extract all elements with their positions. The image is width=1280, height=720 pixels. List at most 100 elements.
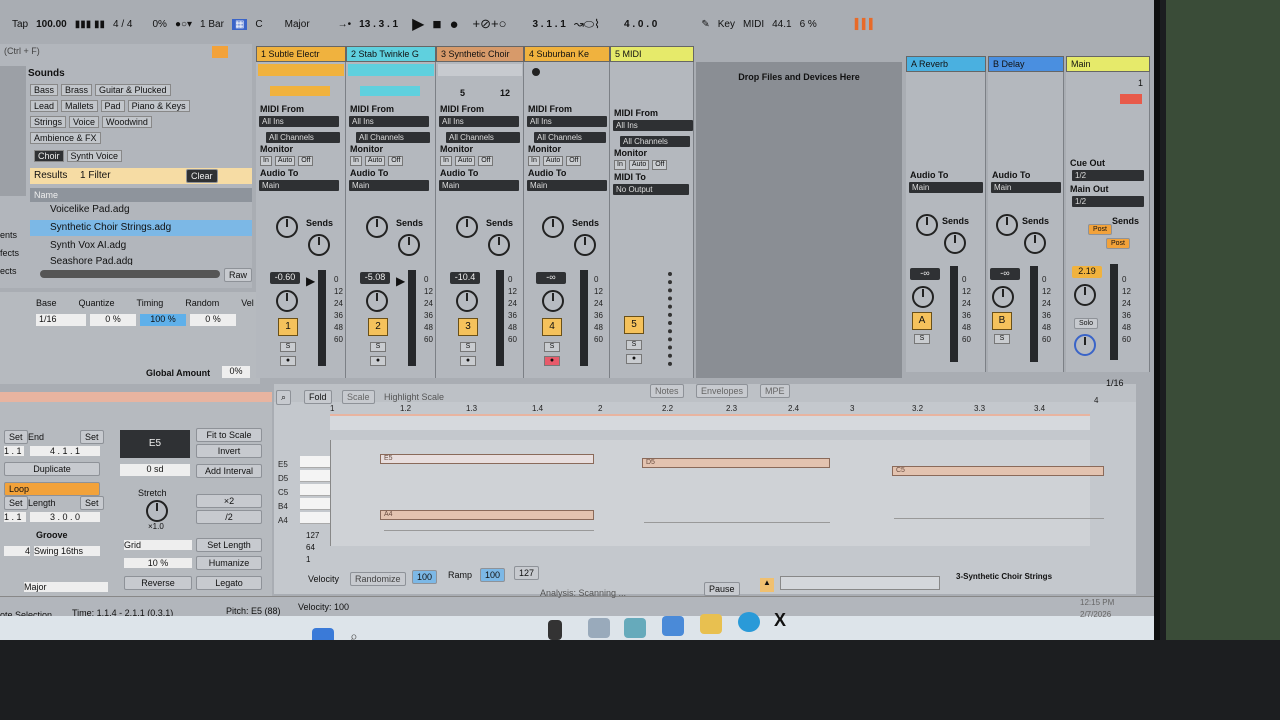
channel-select[interactable]: All Channels (356, 132, 430, 143)
cue-out-select[interactable]: 1/2 (1072, 170, 1144, 181)
channel-select[interactable]: All Channels (620, 136, 690, 147)
master-pan-knob[interactable] (1074, 284, 1096, 306)
follow-icon[interactable]: →• (338, 19, 352, 30)
groove-value[interactable]: 4 (4, 546, 30, 556)
key-map-button[interactable]: Key (718, 19, 735, 30)
monitor-off[interactable]: Off (652, 160, 668, 170)
track-activator[interactable]: 1 (278, 318, 298, 336)
channel-select[interactable]: All Channels (446, 132, 520, 143)
random-field[interactable]: 0 % (190, 314, 236, 326)
stop-all-clips-icon[interactable] (1120, 94, 1142, 104)
track-header-2[interactable]: 2 Stab Twinkle G (346, 46, 436, 62)
pitch-sub-field[interactable]: 0 sd (120, 464, 190, 476)
velocity-stem[interactable] (644, 522, 830, 523)
pitch-display[interactable]: E5 (120, 430, 190, 458)
places-label[interactable]: ents (0, 230, 17, 240)
clock-time[interactable]: 12:15 PM (1080, 598, 1114, 607)
monitor-auto[interactable]: Auto (274, 156, 296, 166)
send-b-knob[interactable] (574, 234, 596, 256)
set-loop-start-button[interactable]: Set (4, 496, 28, 510)
start-field[interactable]: 1 . 1 (4, 446, 24, 456)
name-header[interactable]: Name (30, 188, 252, 202)
send-a-knob[interactable] (916, 214, 938, 236)
tab-mpe[interactable]: MPE (760, 384, 790, 398)
browser-item-selected[interactable]: Synthetic Choir Strings.adg (30, 220, 252, 236)
clear-button[interactable]: Clear (186, 169, 218, 183)
send-b-knob[interactable] (1024, 232, 1046, 254)
raw-button[interactable]: Raw (224, 268, 253, 282)
piano-key[interactable] (300, 456, 330, 468)
piano-key[interactable] (300, 512, 330, 524)
channel-select[interactable]: All Channels (266, 132, 340, 143)
duplicate-button[interactable]: Duplicate (4, 462, 100, 476)
places-label[interactable]: fects (0, 248, 19, 258)
clip-slot-playing[interactable] (348, 64, 434, 76)
tag-guitar[interactable]: Guitar & Plucked (95, 84, 171, 96)
browser-filter-icon[interactable] (212, 46, 228, 58)
ableton-taskbar-icon[interactable] (548, 620, 562, 640)
solo-cue-button[interactable]: Solo (1074, 318, 1099, 329)
record-icon[interactable]: ● (449, 16, 458, 33)
scale-select[interactable]: Major (24, 582, 108, 592)
track-header-3[interactable]: 3 Synthetic Choir (436, 46, 524, 62)
edge-taskbar-icon[interactable] (738, 612, 760, 632)
input-select[interactable]: All Ins (613, 120, 693, 131)
quantize-field[interactable]: 0 % (90, 314, 136, 326)
browser-item[interactable]: Synth Vox AI.adg (50, 240, 126, 251)
reverse-button[interactable]: Reverse (124, 576, 192, 590)
velocity-stem[interactable] (384, 530, 594, 531)
input-select[interactable]: All Ins (349, 116, 429, 127)
midi-note[interactable]: C5 (892, 466, 1104, 476)
monitor-off[interactable]: Off (478, 156, 494, 166)
humanize-amount[interactable]: 10 % (124, 558, 192, 568)
tag-lead[interactable]: Lead (30, 100, 59, 112)
clip-slot-playing[interactable] (258, 64, 344, 76)
track-header-5[interactable]: 5 MIDI (610, 46, 694, 62)
browser-item[interactable]: Seashore Pad.adg (50, 256, 133, 265)
output-select[interactable]: Main (909, 182, 983, 193)
loop-icon[interactable]: ↝⬭⌇ (574, 17, 600, 32)
play-icon[interactable]: ▶ (412, 14, 424, 34)
output-select[interactable]: Main (349, 180, 429, 191)
browser-item[interactable]: Voicelike Pad.adg (50, 204, 130, 215)
browser-search[interactable]: (Ctrl + F) (4, 46, 40, 56)
ramp-start[interactable]: 100 (480, 568, 506, 582)
preview-waveform[interactable] (40, 270, 220, 278)
tag-voice[interactable]: Voice (69, 116, 100, 128)
arm-button[interactable]: ● (280, 356, 296, 366)
input-select[interactable]: All Ins (527, 116, 607, 127)
tempo-nudge-icon[interactable]: ▮▮▮ ▮▮ (75, 19, 105, 30)
add-interval-button[interactable]: Add Interval (196, 464, 262, 478)
stop-icon[interactable]: ■ (432, 16, 441, 33)
volume-field[interactable]: -0.60 (270, 272, 300, 284)
arrow-icon[interactable]: ▲ (760, 578, 774, 592)
loop-brace[interactable] (330, 414, 1090, 430)
sounds-label[interactable]: Sounds (28, 68, 65, 79)
invert-button[interactable]: Invert (196, 444, 262, 458)
piano-key[interactable] (300, 498, 330, 510)
monitor-off[interactable]: Off (566, 156, 582, 166)
halve-button[interactable]: /2 (196, 510, 262, 524)
solo-button[interactable]: S (370, 342, 386, 352)
monitor-in[interactable]: In (614, 160, 626, 170)
timing-field[interactable]: 100 % (140, 314, 186, 326)
send-b-knob[interactable] (308, 234, 330, 256)
monitor-auto[interactable]: Auto (454, 156, 476, 166)
groove-amount[interactable]: 0% (152, 19, 166, 30)
midi-note[interactable]: A4 (380, 510, 594, 520)
tab-envelopes[interactable]: Envelopes (696, 384, 749, 398)
store-taskbar-icon[interactable] (662, 616, 684, 636)
key-root[interactable]: C (255, 19, 262, 30)
app-taskbar-icon[interactable] (588, 618, 610, 638)
send-b-knob[interactable] (398, 234, 420, 256)
send-a-knob[interactable] (366, 216, 388, 238)
monitor-auto[interactable]: Auto (542, 156, 564, 166)
set-length-button[interactable]: Set (80, 496, 104, 510)
volume-field[interactable]: -∞ (990, 268, 1020, 280)
track-header-1[interactable]: 1 Subtle Electr (256, 46, 346, 62)
solo-button[interactable]: S (460, 342, 476, 352)
pan-knob[interactable] (366, 290, 388, 312)
arm-button[interactable]: ● (626, 354, 642, 364)
velocity-stem[interactable] (894, 518, 1104, 519)
global-amount-field[interactable]: 0% (222, 366, 250, 378)
